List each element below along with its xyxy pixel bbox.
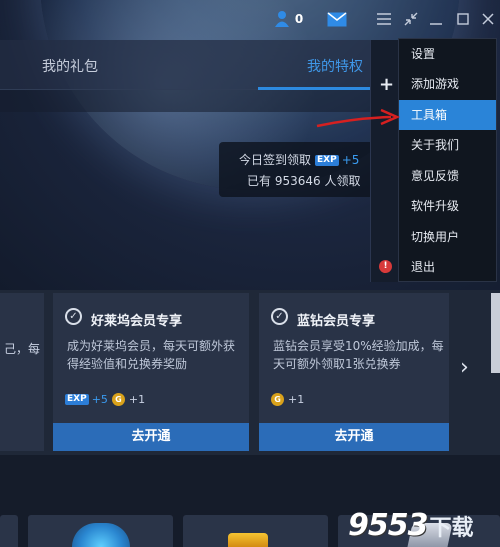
watermark-number: 9553 <box>348 508 428 543</box>
user-icon[interactable] <box>272 8 292 30</box>
signin-exp-plus: +5 <box>341 153 360 167</box>
tab-strip: 我的礼包 我的特权 <box>0 40 370 90</box>
tab-my-privileges[interactable]: 我的特权 <box>307 56 363 76</box>
card-rewards: G +1 <box>271 393 304 406</box>
privilege-card-partial: 己，每 <box>0 293 44 451</box>
side-strip: + ! <box>370 40 398 282</box>
user-count: 0 <box>294 12 304 26</box>
card-rewards: EXP +5 G +1 <box>65 393 145 406</box>
menu-item-exit[interactable]: 退出 <box>399 252 496 282</box>
menu-item-toolbox[interactable]: 工具箱 <box>399 100 496 130</box>
menu-icon[interactable] <box>375 8 393 30</box>
card-description: 成为好莱坞会员，每天可额外获得经验值和兑换券奖励 <box>67 339 236 371</box>
scrollbar-thumb[interactable] <box>491 293 500 373</box>
coin-plus: +1 <box>288 393 305 406</box>
partial-card-text: 己，每 <box>3 342 40 356</box>
tab-my-gifts[interactable]: 我的礼包 <box>42 56 98 76</box>
watermark-text: 下载 <box>429 516 474 541</box>
coin-plus: +1 <box>128 393 146 406</box>
menu-item-settings[interactable]: 设置 <box>399 39 496 69</box>
menu-item-feedback[interactable]: 意见反馈 <box>399 161 496 191</box>
game-tile[interactable] <box>0 515 18 547</box>
watermark-logo: 9553下载 <box>348 508 474 543</box>
signin-prefix: 今日签到领取 <box>239 153 312 167</box>
main-menu-dropdown: 设置 添加游戏 工具箱 关于我们 意见反馈 软件升级 切换用户 退出 <box>398 38 497 282</box>
maximize-icon[interactable] <box>455 8 471 30</box>
plus-icon[interactable]: + <box>379 74 394 95</box>
exp-badge: EXP <box>65 394 89 405</box>
privilege-card-hollywood: ✓ 好莱坞会员专享 成为好莱坞会员，每天可额外获得经验值和兑换券奖励 EXP +… <box>53 293 249 451</box>
alert-icon[interactable]: ! <box>379 260 392 273</box>
exp-badge: EXP <box>315 155 339 166</box>
menu-item-upgrade[interactable]: 软件升级 <box>399 191 496 221</box>
mail-icon[interactable] <box>326 8 348 30</box>
menu-item-add-game[interactable]: 添加游戏 <box>399 69 496 99</box>
signin-line1: 今日签到领取 EXP +5 <box>239 151 359 168</box>
minimize-icon[interactable] <box>428 8 444 30</box>
exp-plus: +5 <box>91 393 108 406</box>
crown-game-icon <box>228 533 268 547</box>
title-bar: 0 <box>0 0 500 38</box>
next-arrow-icon[interactable]: › <box>460 355 469 380</box>
card-title: 蓝钻会员专享 <box>297 314 376 329</box>
shrink-icon[interactable] <box>402 8 420 30</box>
menu-item-switch-user[interactable]: 切换用户 <box>399 222 496 252</box>
close-icon[interactable] <box>480 8 496 30</box>
signin-card[interactable]: 今日签到领取 EXP +5 已有 953646 人领取 <box>219 142 379 197</box>
signin-count: 已有 953646 人领取 <box>247 174 361 188</box>
open-hollywood-button[interactable]: 去开通 <box>53 423 249 451</box>
coupon-coin-icon: G <box>271 393 284 406</box>
open-blue-diamond-button[interactable]: 去开通 <box>259 423 449 451</box>
card-description: 蓝钻会员享受10%经验加成，每天可额外领取1张兑换券 <box>273 339 444 371</box>
card-title: 好莱坞会员专享 <box>91 314 183 329</box>
privilege-card-blue-diamond: ✓ 蓝钻会员专享 蓝钻会员享受10%经验加成，每天可额外领取1张兑换券 G +1… <box>259 293 449 451</box>
coupon-coin-icon: G <box>111 393 125 406</box>
menu-item-about[interactable]: 关于我们 <box>399 130 496 160</box>
red-arrow-annotation <box>316 108 401 128</box>
